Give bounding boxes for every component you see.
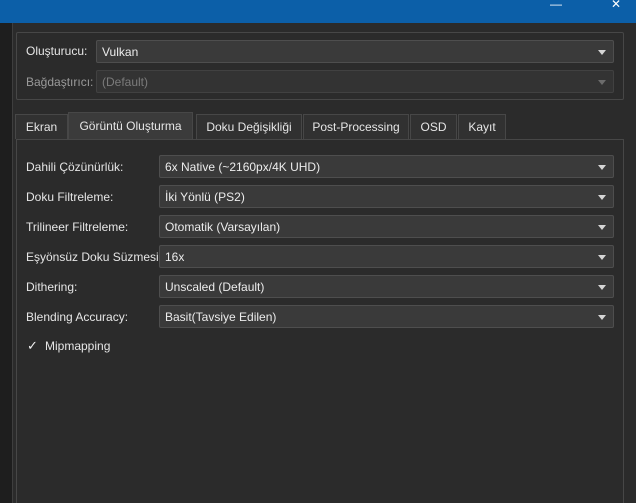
internal-resolution-select[interactable]: 6x Native (~2160px/4K UHD) (159, 155, 614, 178)
dithering-label: Dithering: (26, 280, 78, 294)
texture-filtering-select[interactable]: İki Yönlü (PS2) (159, 185, 614, 208)
trilinear-filtering-label: Trilineer Filtreleme: (26, 220, 129, 234)
minimize-button[interactable]: — (536, 0, 576, 14)
adapter-value: (Default) (102, 75, 149, 89)
texture-filtering-label: Doku Filtreleme: (26, 190, 114, 204)
adapter-select: (Default) (96, 70, 614, 93)
blending-accuracy-label: Blending Accuracy: (26, 310, 129, 324)
texture-filtering-value: İki Yönlü (PS2) (165, 190, 245, 204)
internal-resolution-label: Dahili Çözünürlük: (26, 160, 124, 174)
tab-post-processing[interactable]: Post-Processing (303, 114, 409, 139)
chevron-down-icon (598, 195, 606, 200)
trilinear-filtering-select[interactable]: Otomatik (Varsayılan) (159, 215, 614, 238)
blending-accuracy-select[interactable]: Basit(Tavsiye Edilen) (159, 305, 614, 328)
chevron-down-icon (598, 225, 606, 230)
trilinear-filtering-value: Otomatik (Varsayılan) (165, 220, 281, 234)
internal-resolution-value: 6x Native (~2160px/4K UHD) (165, 160, 321, 174)
chevron-down-icon (598, 80, 606, 85)
tab-doku-degisikligi[interactable]: Doku Değişikliği (196, 114, 302, 139)
adapter-label: Bağdaştırıcı: (26, 75, 94, 89)
renderer-label: Oluşturucu: (26, 44, 88, 58)
chevron-down-icon (598, 315, 606, 320)
blending-accuracy-value: Basit(Tavsiye Edilen) (165, 310, 277, 324)
renderer-select[interactable]: Vulkan (96, 40, 614, 63)
anisotropic-filtering-label: Eşyönsüz Doku Süzmesi: (26, 250, 163, 264)
dithering-select[interactable]: Unscaled (Default) (159, 275, 614, 298)
anisotropic-filtering-value: 16x (165, 250, 185, 264)
renderer-value: Vulkan (102, 45, 139, 59)
tab-kayit[interactable]: Kayıt (458, 114, 506, 139)
chevron-down-icon (598, 255, 606, 260)
chevron-down-icon (598, 165, 606, 170)
dithering-value: Unscaled (Default) (165, 280, 265, 294)
tab-goruntu-olusturma[interactable]: Görüntü Oluşturma (68, 112, 193, 139)
title-bar: — ✕ (0, 0, 636, 23)
tab-osd[interactable]: OSD (410, 114, 457, 139)
tab-ekran[interactable]: Ekran (15, 114, 68, 139)
chevron-down-icon (598, 285, 606, 290)
close-button[interactable]: ✕ (596, 0, 636, 14)
mipmapping-checkbox[interactable]: ✓ (26, 339, 39, 352)
mipmapping-label[interactable]: Mipmapping (45, 339, 110, 353)
left-panel-edge (0, 23, 13, 503)
chevron-down-icon (598, 50, 606, 55)
anisotropic-filtering-select[interactable]: 16x (159, 245, 614, 268)
